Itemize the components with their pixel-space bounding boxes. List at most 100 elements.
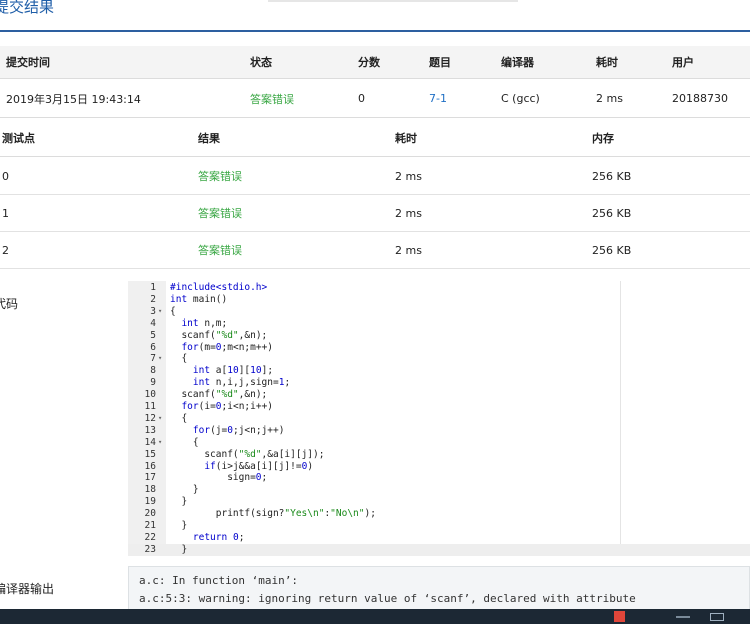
line-number: 1 [150, 282, 156, 293]
code-line: 14 ▾ { [128, 437, 750, 449]
test-memory: 256 KB [592, 169, 632, 183]
line-number: 2 [150, 293, 156, 305]
fold-toggle-icon[interactable]: ▾ [158, 306, 162, 318]
code-text: } [170, 496, 188, 508]
code-line: 12 ▾ { [128, 413, 750, 425]
line-number: 14 [144, 436, 156, 448]
compiler-output-line: a.c: In function ‘main’: [139, 574, 298, 587]
code-line: 23 } [128, 543, 750, 556]
code-text: int main() [170, 293, 228, 305]
line-number: 6 [150, 341, 156, 353]
code-line: 11 for(i=0;i<n;i++) [128, 401, 750, 413]
code-text: { [170, 305, 176, 317]
problem-link[interactable]: 7-1 [429, 80, 447, 117]
test-time: 2 ms [395, 169, 422, 183]
header-submit-time: 提交时间 [6, 56, 50, 69]
code-line: 20 printf(sign?"Yes\n":"No\n"); [128, 508, 750, 520]
code-line: 22 return 0; [128, 532, 750, 544]
top-tab-fragment [268, 0, 518, 2]
code-text: scanf("%d",&n); [170, 329, 268, 341]
table-row: 1 答案错误 2 ms 256 KB [0, 195, 750, 232]
code-line: 6 for(m=0;m<n;m++) [128, 342, 750, 354]
submission-table-header: 提交时间 状态 分数 题目 编译器 耗时 用户 [0, 46, 750, 79]
header-time: 耗时 [395, 131, 417, 145]
code-text: } [170, 543, 188, 555]
line-number: 20 [144, 508, 156, 520]
code-line: 4 int n,m; [128, 318, 750, 330]
code-text: for(m=0;m<n;m++) [181, 341, 274, 353]
code-text: scanf("%d",&n); [170, 389, 268, 401]
status-badge: 答案错误 [250, 92, 294, 106]
code-line: 7 ▾ { [128, 353, 750, 365]
code-text: scanf("%d",&a[i][j]); [170, 448, 325, 460]
line-number: 10 [144, 389, 156, 401]
code-label: 代码 [0, 297, 19, 311]
fold-toggle-icon[interactable]: ▾ [158, 413, 162, 425]
line-number: 4 [150, 317, 156, 329]
line-number: 21 [144, 520, 156, 531]
header-elapsed: 耗时 [596, 56, 618, 69]
header-result: 结果 [198, 131, 220, 145]
user-value: 20188730 [672, 92, 728, 105]
fold-toggle-icon[interactable]: ▾ [158, 353, 162, 365]
code-line: 17 sign=0; [128, 472, 750, 484]
line-number: 15 [144, 448, 156, 460]
code-line: 10 scanf("%d",&n); [128, 389, 750, 401]
code-text: for(i=0;i<n;i++) [181, 401, 274, 412]
test-memory: 256 KB [592, 206, 632, 220]
test-memory: 256 KB [592, 243, 632, 257]
test-time: 2 ms [395, 206, 422, 220]
code-editor[interactable]: 1 #include<stdio.h> 2 int main() 3 ▾{4 int n,… [128, 281, 750, 556]
code-text: sign=0; [170, 472, 268, 484]
table-row: 2 答案错误 2 ms 256 KB [0, 232, 750, 269]
code-text: printf(sign?"Yes\n":"No\n"); [170, 508, 376, 520]
code-text: int n,m; [181, 317, 228, 329]
header-user: 用户 [672, 56, 694, 69]
title-underline [0, 30, 750, 32]
code-line: 15 scanf("%d",&a[i][j]); [128, 449, 750, 461]
line-number: 5 [150, 329, 156, 341]
taskbar-tray-icon[interactable] [710, 613, 724, 621]
line-number: 9 [150, 377, 156, 389]
code-line: 3 ▾ { [128, 306, 750, 318]
table-row: 0 答案错误 2 ms 256 KB [0, 158, 750, 195]
line-number: 13 [144, 424, 156, 436]
code-text: if(i>j&&a[i][j]!=0) [204, 460, 314, 472]
header-memory: 内存 [592, 131, 614, 145]
code-text: int a[10][10]; [192, 365, 274, 377]
line-number: 11 [144, 401, 156, 412]
line-number: 22 [144, 531, 156, 543]
line-number: 17 [144, 472, 156, 484]
score-value: 0 [358, 92, 365, 105]
code-text: } [170, 520, 188, 531]
code-line: 5 scanf("%d",&n); [128, 330, 750, 342]
code-line: 21 } [128, 520, 750, 532]
fold-toggle-icon[interactable]: ▾ [158, 437, 162, 449]
compiler-output-line: a.c:5:3: warning: ignoring return value … [139, 592, 636, 605]
taskbar-tray-icon[interactable] [676, 616, 690, 618]
code-text: for(j=0;j<n;j++) [192, 424, 285, 436]
header-problem: 题目 [429, 56, 451, 69]
test-id: 1 [2, 206, 9, 220]
test-table-header: 测试点 结果 耗时 内存 [0, 119, 750, 157]
line-number: 19 [144, 496, 156, 508]
taskbar-app-icon[interactable] [614, 611, 625, 622]
compiler-output-box: a.c: In function ‘main’: a.c:5:3: warnin… [128, 566, 750, 610]
test-id: 2 [2, 243, 9, 257]
taskbar [0, 609, 750, 624]
code-line: 1 #include<stdio.h> [128, 282, 750, 294]
compiler-output-label: 编译器输出 [0, 582, 55, 596]
page-title: 提交结果 [0, 0, 55, 16]
header-score: 分数 [358, 56, 380, 69]
code-line: 18 } [128, 484, 750, 496]
code-text: #include<stdio.h> [170, 282, 268, 293]
test-result: 答案错误 [198, 244, 242, 257]
test-result: 答案错误 [198, 170, 242, 183]
code-line: 19 } [128, 496, 750, 508]
code-line: 8 int a[10][10]; [128, 365, 750, 377]
code-text: int n,i,j,sign=1; [192, 377, 291, 389]
test-result: 答案错误 [198, 207, 242, 220]
compiler-value: C (gcc) [501, 92, 540, 105]
test-id: 0 [2, 169, 9, 183]
line-number: 3 [150, 305, 156, 317]
